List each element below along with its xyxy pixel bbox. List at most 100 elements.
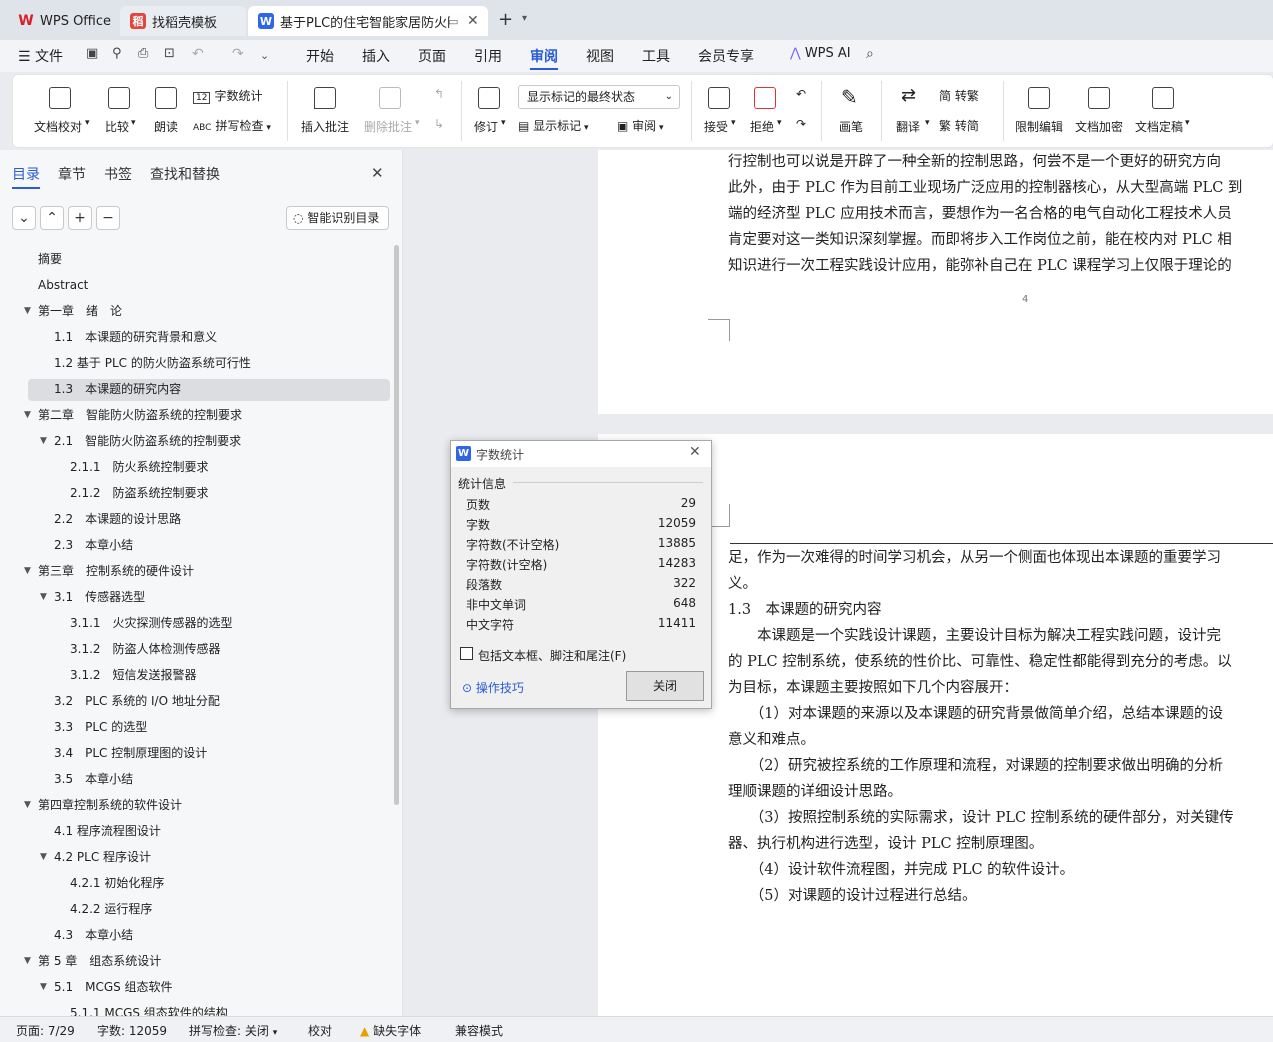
close-button[interactable]: 关闭 [626, 671, 704, 701]
menu-view[interactable]: 视图 [586, 46, 614, 66]
pen-button[interactable]: ✎ 画笔 [831, 85, 871, 143]
more-chevron-icon[interactable]: ⌄ [260, 49, 269, 62]
chevron-down-icon[interactable]: ▾ [522, 13, 527, 24]
tab-template[interactable]: 稻 找稻壳模板 [120, 6, 246, 36]
review-pane-button[interactable]: ▣ 审阅 ▾ [617, 117, 664, 134]
include-textbox-checkbox[interactable] [460, 647, 473, 660]
link-icon[interactable]: ⚲ [112, 46, 122, 61]
toc-scrollbar[interactable] [394, 245, 399, 805]
new-tab-button[interactable]: + [498, 9, 513, 30]
spellcheck-button[interactable]: ABC 拼写检查 ▾ [193, 117, 271, 134]
wps-ai-button[interactable]: ⋀ WPS AI [790, 46, 851, 61]
menu-reference[interactable]: 引用 [474, 46, 502, 66]
insert-comment-button[interactable]: 插入批注 [299, 85, 351, 143]
expand-caret-icon[interactable]: ▼ [24, 306, 31, 316]
toc-item[interactable]: 3.1 传感器选型 [54, 586, 145, 608]
toc-item[interactable]: 5.1 MCGS 组态软件 [54, 976, 173, 998]
revise-button[interactable]: 修订 ▾ [469, 85, 509, 143]
tab-chapters[interactable]: 章节 [58, 164, 86, 184]
toc-item[interactable]: 第二章 智能防火防盗系统的控制要求 [38, 404, 242, 426]
proof-status[interactable]: 校对 [308, 1022, 332, 1039]
tab-find-replace[interactable]: 查找和替换 [150, 164, 220, 184]
toc-item[interactable]: 3.4 PLC 控制原理图的设计 [54, 742, 207, 764]
toc-item[interactable]: 1.2 基于 PLC 的防火防盗系统可行性 [54, 352, 251, 374]
delete-comment-button[interactable]: 删除批注 ▾ [359, 85, 421, 143]
expand-caret-icon[interactable]: ▼ [40, 852, 47, 862]
toc-item[interactable]: 3.1.1 火灾探测传感器的选型 [70, 612, 233, 634]
toc-item[interactable]: 4.2.1 初始化程序 [70, 872, 164, 894]
menu-tools[interactable]: 工具 [642, 46, 670, 66]
toc-item[interactable]: 摘要 [38, 248, 62, 270]
menu-member[interactable]: 会员专享 [698, 46, 754, 66]
tab-toc[interactable]: 目录 [12, 164, 40, 189]
toc-item[interactable]: 第一章 绪 论 [38, 300, 122, 322]
expand-up-button[interactable]: ⌃ [40, 206, 64, 230]
toc-item[interactable]: 3.5 本章小结 [54, 768, 133, 790]
read-aloud-button[interactable]: 朗读 [151, 85, 181, 143]
markup-state-select[interactable]: 显示标记的最终状态 ⌄ [518, 85, 680, 109]
window-icon[interactable]: ▭ [448, 15, 458, 28]
expand-caret-icon[interactable]: ▼ [40, 982, 47, 992]
undo-icon[interactable]: ↶ [192, 46, 204, 62]
collapse-button[interactable]: ⌄ [12, 206, 36, 230]
toc-item[interactable]: 4.2 PLC 程序设计 [54, 846, 151, 868]
menu-page[interactable]: 页面 [418, 46, 446, 66]
accept-button[interactable]: 接受 ▾ [699, 85, 739, 143]
close-icon[interactable]: ✕ [689, 444, 701, 460]
next-change-icon[interactable]: ↷ [791, 117, 811, 131]
expand-caret-icon[interactable]: ▼ [40, 436, 47, 446]
show-markup-button[interactable]: ▤ 显示标记 ▾ [518, 117, 589, 134]
wordcount-button[interactable]: 12 字数统计 [193, 87, 262, 104]
toc-item[interactable]: 1.1 本课题的研究背景和意义 [54, 326, 217, 348]
to-simplified-button[interactable]: 繁 转简 [939, 117, 979, 134]
to-traditional-button[interactable]: 简 转繁 [939, 87, 979, 104]
expand-caret-icon[interactable]: ▼ [24, 956, 31, 966]
toc-item[interactable]: 3.1.2 防盗人体检测传感器 [70, 638, 221, 660]
compare-button[interactable]: 比较 ▾ [99, 85, 139, 143]
prev-change-icon[interactable]: ↶ [791, 87, 811, 101]
save-icon[interactable]: ▣ [86, 46, 98, 61]
print-preview-icon[interactable]: ⊡ [164, 46, 175, 61]
proofread-button[interactable]: 文档校对 ▾ [27, 85, 90, 143]
word-count-indicator[interactable]: 字数: 12059 [97, 1022, 167, 1039]
redo-icon[interactable]: ↷ [232, 46, 244, 62]
toc-item[interactable]: 3.3 PLC 的选型 [54, 716, 147, 738]
tips-link[interactable]: ⊙ 操作技巧 [462, 679, 524, 696]
page-indicator[interactable]: 页面: 7/29 [16, 1022, 75, 1039]
remove-heading-button[interactable]: − [96, 206, 120, 230]
toc-item[interactable]: 2.1.1 防火系统控制要求 [70, 456, 209, 478]
encrypt-button[interactable]: 文档加密 [1073, 85, 1125, 143]
translate-button[interactable]: ⇄ 翻译 ▾ [889, 85, 933, 143]
expand-caret-icon[interactable]: ▼ [24, 566, 31, 576]
missing-font-status[interactable]: ▲ 缺失字体 [360, 1022, 421, 1039]
finalize-button[interactable]: 文档定稿 ▾ [1133, 85, 1193, 143]
menu-insert[interactable]: 插入 [362, 46, 390, 66]
expand-caret-icon[interactable]: ▼ [24, 800, 31, 810]
menu-review[interactable]: 审阅 [530, 46, 558, 70]
next-comment-icon[interactable]: ↳ [429, 117, 449, 131]
reject-button[interactable]: 拒绝 ▾ [745, 85, 785, 143]
expand-caret-icon[interactable]: ▼ [40, 592, 47, 602]
toc-item[interactable]: 3.2 PLC 系统的 I/O 地址分配 [54, 690, 220, 712]
toc-item[interactable]: 4.2.2 运行程序 [70, 898, 152, 920]
toc-item[interactable]: 4.1 程序流程图设计 [54, 820, 161, 842]
spellcheck-status[interactable]: 拼写检查: 关闭 ▾ [189, 1022, 277, 1039]
expand-caret-icon[interactable]: ▼ [24, 410, 31, 420]
close-tab-icon[interactable]: ✕ [467, 13, 479, 29]
menu-home[interactable]: 开始 [306, 46, 334, 66]
search-icon[interactable]: ⌕ [866, 46, 874, 62]
toc-item[interactable]: 第四章控制系统的软件设计 [38, 794, 182, 816]
toc-item[interactable]: 1.3 本课题的研究内容 [54, 378, 181, 400]
smart-toc-button[interactable]: ◌ 智能识别目录 [286, 206, 389, 230]
toc-item[interactable]: 2.2 本课题的设计思路 [54, 508, 181, 530]
toc-item[interactable]: 3.1.2 短信发送报警器 [70, 664, 197, 686]
close-pane-icon[interactable]: ✕ [371, 164, 384, 182]
print-icon[interactable]: ⎙ [138, 46, 148, 61]
add-heading-button[interactable]: + [68, 206, 92, 230]
toc-item[interactable]: 2.1 智能防火防盗系统的控制要求 [54, 430, 241, 452]
tab-document[interactable]: W 基于PLC的住宅智能家居防火防 ▭ ✕ [248, 6, 488, 36]
tab-wps-office[interactable]: W WPS Office [8, 6, 116, 36]
toc-item[interactable]: 第 5 章 组态系统设计 [38, 950, 161, 972]
restrict-edit-button[interactable]: 限制编辑 [1013, 85, 1065, 143]
toc-item[interactable]: 4.3 本章小结 [54, 924, 133, 946]
